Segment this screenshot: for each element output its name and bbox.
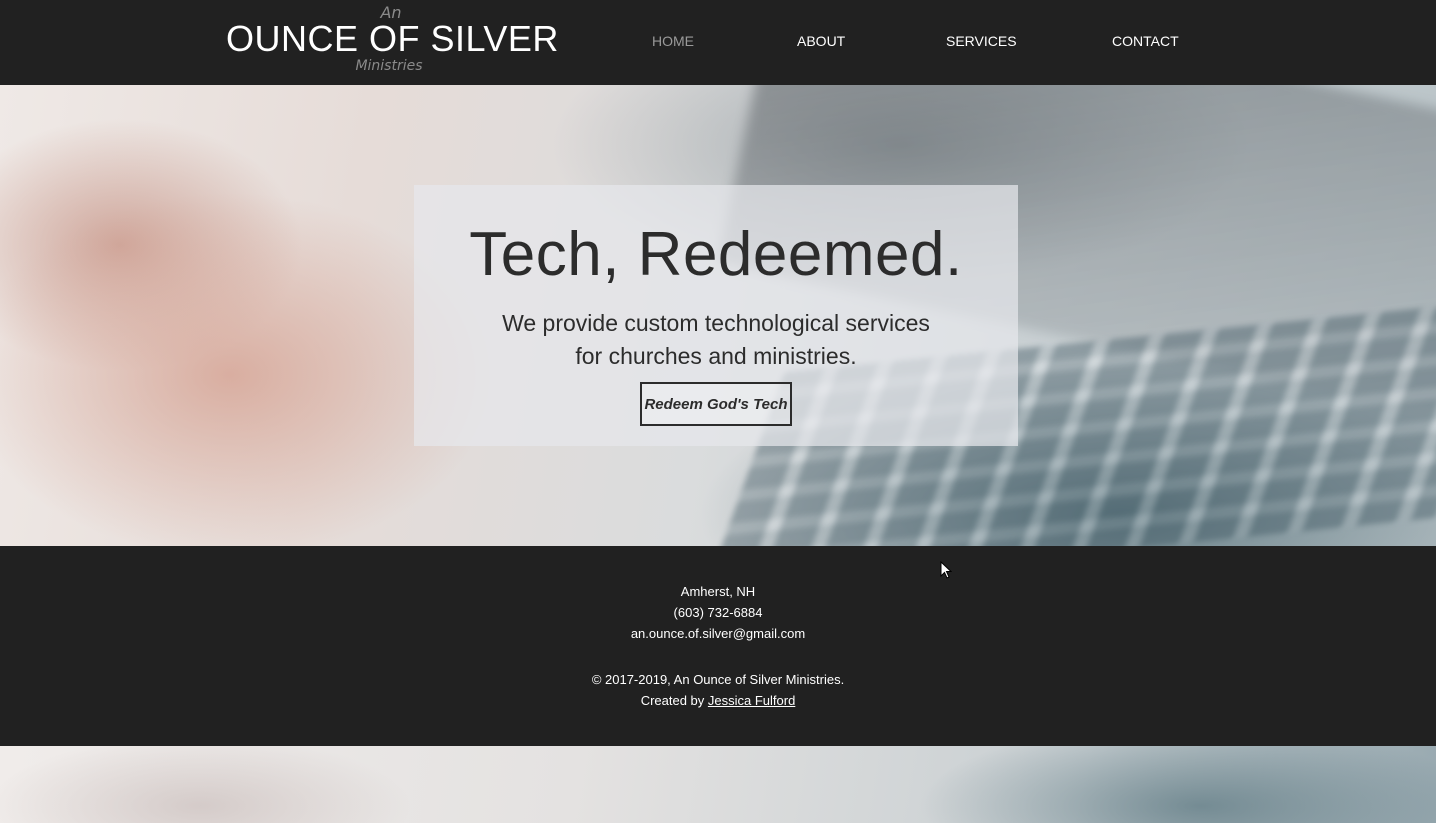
nav-contact[interactable]: CONTACT xyxy=(1112,33,1179,49)
hero-section: Tech, Redeemed. We provide custom techno… xyxy=(0,85,1436,546)
footer-copyright: © 2017-2019, An Ounce of Silver Ministri… xyxy=(591,672,845,687)
hero-overlay-box: Tech, Redeemed. We provide custom techno… xyxy=(414,185,1018,446)
next-section-background xyxy=(0,746,1436,823)
footer-location: Amherst, NH xyxy=(680,584,756,599)
footer-email: an.ounce.of.silver@gmail.com xyxy=(630,626,806,641)
hero-subtitle-line2: for churches and ministries. xyxy=(575,343,857,369)
footer-credit-prefix: Created by xyxy=(640,693,708,708)
mouse-pointer-icon xyxy=(940,561,952,579)
footer-credit: Created by Jessica Fulford xyxy=(0,693,1436,708)
footer-phone: (603) 732-6884 xyxy=(673,605,763,620)
logo-bottom-text: Ministries xyxy=(355,58,423,74)
logo-main-text: OUNCE OF SILVER xyxy=(226,18,559,59)
nav-home[interactable]: HOME xyxy=(652,33,694,49)
hero-title: Tech, Redeemed. xyxy=(469,220,963,289)
nav-services[interactable]: SERVICES xyxy=(946,33,1017,49)
site-footer: Amherst, NH (603) 732-6884 an.ounce.of.s… xyxy=(0,546,1436,746)
hero-subtitle-line1: We provide custom technological services xyxy=(502,310,930,336)
nav-about[interactable]: ABOUT xyxy=(797,33,845,49)
hero-subtitle: We provide custom technological services… xyxy=(414,307,1018,373)
site-header: An OUNCE OF SILVER Ministries HOME ABOUT… xyxy=(0,0,1436,85)
redeem-tech-button[interactable]: Redeem God's Tech xyxy=(640,382,792,426)
footer-credit-link[interactable]: Jessica Fulford xyxy=(708,693,795,708)
site-logo[interactable]: An OUNCE OF SILVER Ministries xyxy=(226,0,559,85)
